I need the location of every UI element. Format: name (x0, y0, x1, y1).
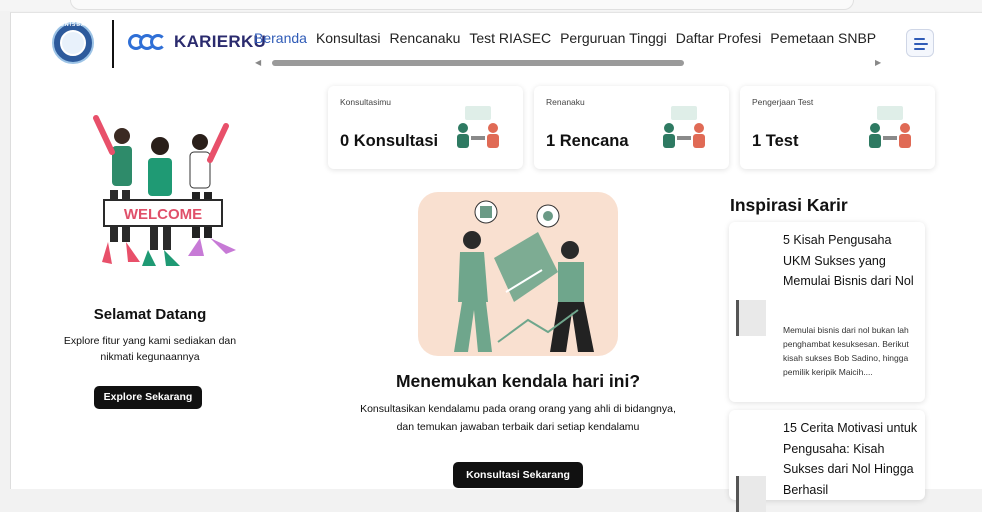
welcome-banner-text: WELCOME (124, 206, 202, 223)
scrollbar-thumb[interactable] (272, 60, 684, 66)
article-card[interactable]: 5 Kisah Pengusaha UKM Sukses yang Memula… (729, 222, 925, 402)
scroll-right-icon[interactable]: ▶ (875, 58, 881, 67)
logo-emblem-icon (60, 30, 86, 56)
nav-item-konsultasi[interactable]: Konsultasi (316, 30, 381, 46)
stat-label: Konsultasimu (340, 97, 392, 107)
stat-label: Pengerjaan Test (752, 97, 814, 107)
article-card[interactable]: 15 Cerita Motivasi untuk Pengusaha: Kisa… (729, 410, 925, 512)
welcome-illustration: WELCOME (93, 115, 236, 266)
main-nav: Beranda Konsultasi Rencanaku Test RIASEC… (254, 30, 885, 46)
logo-text: UNISBA (60, 22, 86, 28)
teamwork-illustration (454, 200, 594, 352)
brand-name: KARIERKU (174, 32, 267, 51)
nav-scrollbar[interactable]: ◀ ▶ (255, 58, 881, 68)
welcome-title: Selamat Datang (93, 306, 207, 323)
consultation-illustration-icon (457, 106, 499, 148)
hamburger-menu-button[interactable] (906, 29, 934, 57)
nav-item-perguruan-tinggi[interactable]: Perguruan Tinggi (560, 30, 667, 46)
brand-logo[interactable]: KARIERKU (128, 28, 266, 56)
scroll-left-icon[interactable]: ◀ (255, 58, 261, 67)
test-illustration-icon (869, 106, 911, 148)
browser-top-strip (0, 0, 982, 11)
stat-card-rencana[interactable]: Renanaku 1 Rencana (534, 86, 729, 169)
center-title: Menemukan kendala hari ini? (395, 371, 641, 391)
article-title[interactable]: 5 Kisah Pengusaha UKM Sukses yang Memula… (783, 230, 921, 292)
nav-item-pemetaan-snbp[interactable]: Pemetaan SNBP (770, 30, 876, 46)
stat-value: 0 Konsultasi (340, 132, 439, 150)
article-title[interactable]: 15 Cerita Motivasi untuk Pengusaha: Kisa… (783, 418, 921, 500)
welcome-description: Explore fitur yang kami sediakan dan nik… (63, 335, 237, 363)
address-bar (70, 0, 854, 10)
stat-card-konsultasi[interactable]: Konsultasimu 0 Konsultasi (328, 86, 523, 169)
brand-mark-icon (128, 28, 172, 56)
article-thumbnail (736, 476, 766, 512)
stat-label: Renanaku (546, 97, 585, 107)
stat-value: 1 Test (752, 132, 799, 150)
stat-card-test[interactable]: Pengerjaan Test 1 Test (740, 86, 935, 169)
nav-item-beranda[interactable]: Beranda (254, 30, 307, 46)
consult-now-button[interactable]: Konsultasi Sekarang (453, 462, 583, 488)
nav-item-daftar-profesi[interactable]: Daftar Profesi (676, 30, 762, 46)
stat-value: 1 Rencana (546, 132, 629, 150)
nav-item-rencanaku[interactable]: Rencanaku (390, 30, 461, 46)
plan-illustration-icon (663, 106, 705, 148)
logo-divider (112, 20, 114, 68)
article-thumbnail (736, 300, 766, 336)
nav-item-test-riasec[interactable]: Test RIASEC (469, 30, 551, 46)
explore-button[interactable]: Explore Sekarang (94, 386, 202, 409)
article-excerpt: Memulai bisnis dari nol bukan lah pengha… (783, 325, 909, 377)
center-description: Konsultasikan kendalamu pada orang orang… (360, 403, 676, 433)
university-logo[interactable]: UNISBA (52, 22, 94, 64)
inspirasi-title: Inspirasi Karir (730, 195, 848, 215)
consultation-hero-illustration (418, 192, 618, 356)
